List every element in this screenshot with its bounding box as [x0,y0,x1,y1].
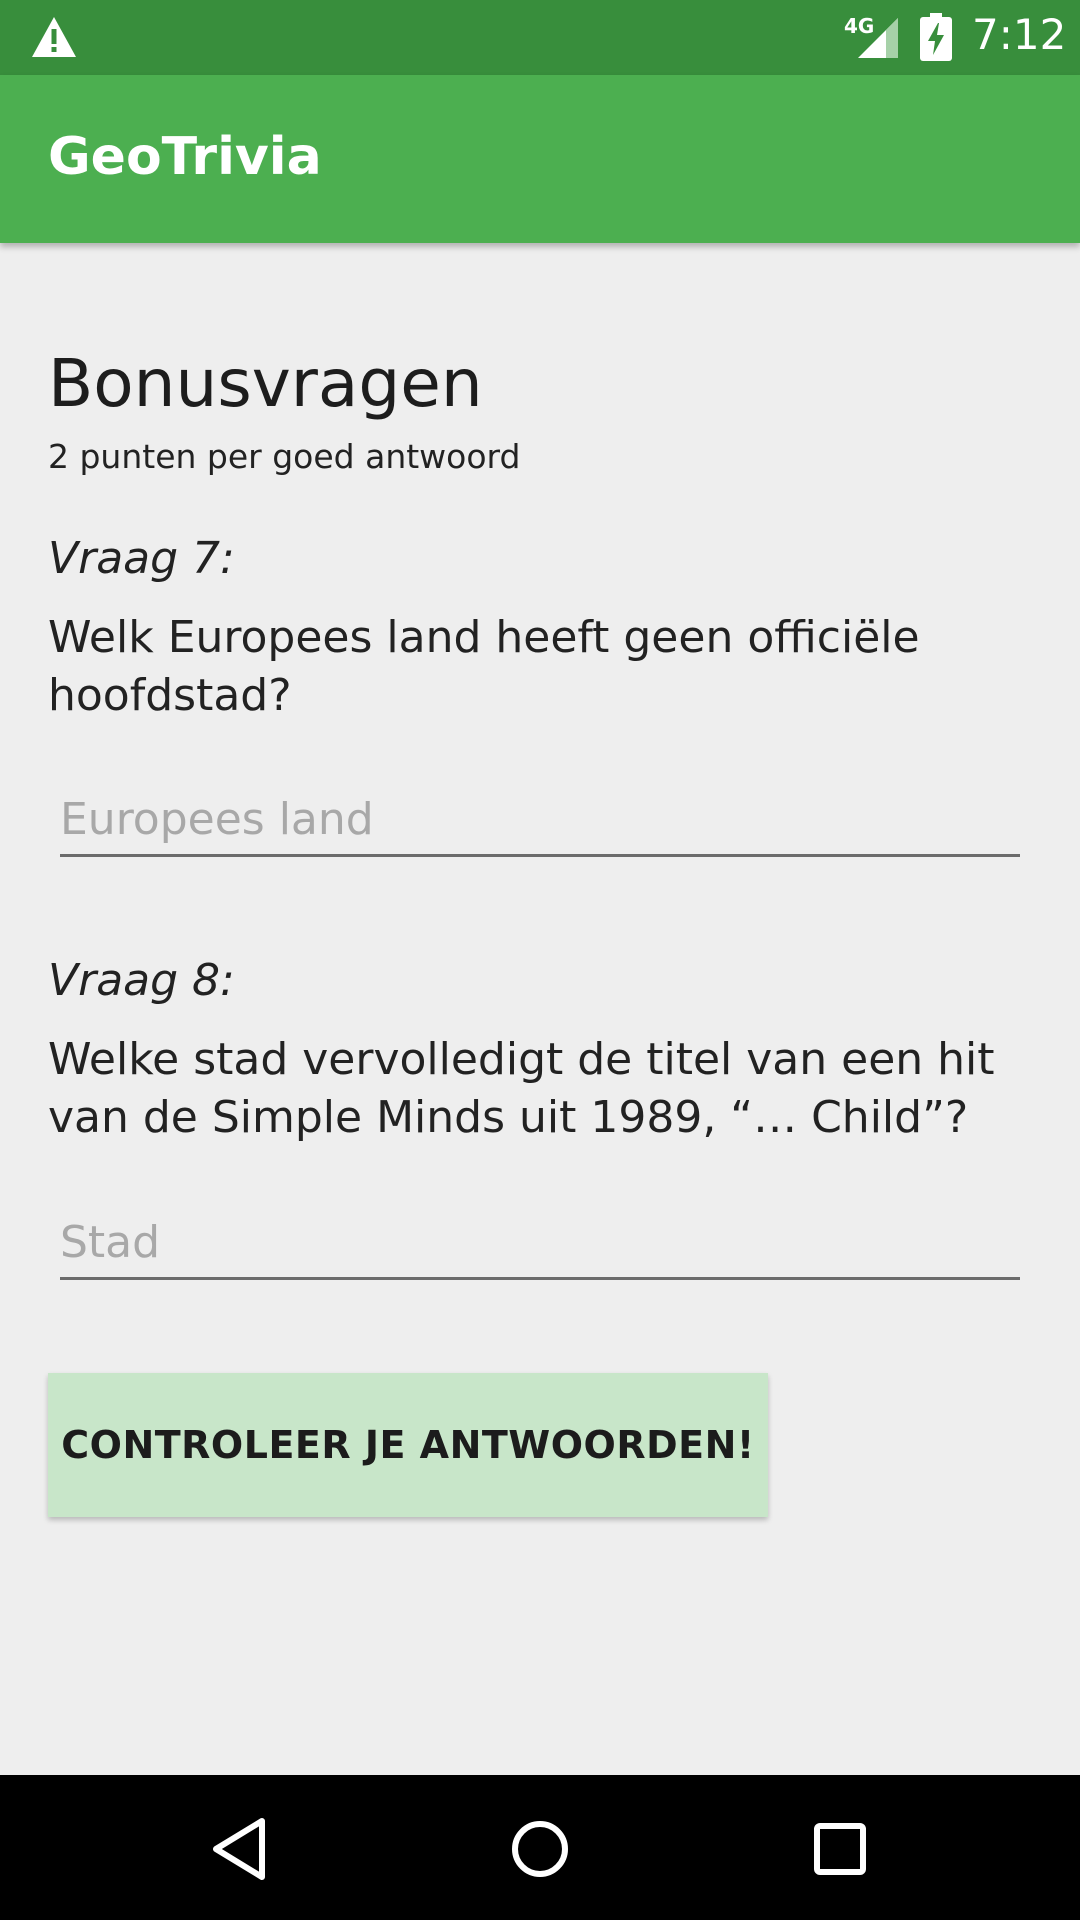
question-8-text: Welke stad vervolledigt de titel van een… [48,1034,995,1143]
app-title: GeoTrivia [48,127,322,187]
back-icon[interactable] [200,1809,280,1889]
network-type-label: 4G [844,14,875,38]
question-8-answer-field [60,1207,1020,1280]
question-7-text: Welk Europees land heeft geen officiële … [48,612,920,721]
screen: 4G 7:12 GeoTrivia Bonusvragen 2 punten p… [0,0,1080,1920]
question-8-answer-input[interactable] [60,1207,1020,1277]
navigation-bar [0,1775,1080,1920]
question-8-label: Vraag 8: [48,955,235,1006]
question-7-label: Vraag 7: [48,533,235,584]
question-7-answer-field [60,784,1020,857]
clock: 7:12 [972,10,1067,59]
section-subtitle: 2 punten per goed antwoord [48,437,521,476]
question-7-answer-input[interactable] [60,784,1020,854]
battery-charging-icon [920,13,952,61]
section-title: Bonusvragen [48,345,483,422]
warning-icon [32,17,76,57]
check-answers-button[interactable]: CONTROLEER JE ANTWOORDEN! [48,1373,768,1517]
home-icon[interactable] [500,1809,580,1889]
status-bar: 4G 7:12 [0,0,1080,75]
signal-icon: 4G [840,14,902,60]
recents-icon[interactable] [800,1809,880,1889]
app-bar: GeoTrivia [0,75,1080,243]
